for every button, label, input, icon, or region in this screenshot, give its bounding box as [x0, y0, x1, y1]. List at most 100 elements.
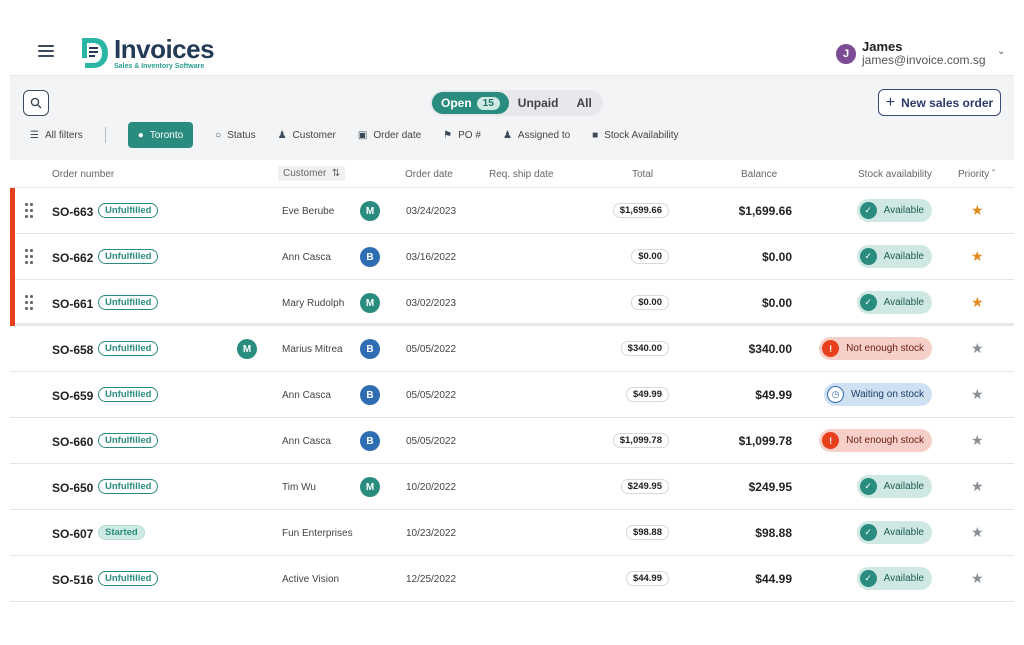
- table-row[interactable]: SO-661 Unfulfilled Mary Rudolph M 03/02/…: [10, 280, 1014, 326]
- stock-badge: ! Not enough stock: [819, 337, 932, 360]
- check-icon: ✓: [859, 248, 877, 265]
- stock-badge: ✓ Available: [856, 199, 932, 222]
- table-header: Order number Customer ⇅ Order date Req. …: [10, 160, 1014, 188]
- stock-badge: ✓ Available: [856, 291, 932, 314]
- order-number[interactable]: SO-516: [52, 573, 93, 587]
- column-req-ship-date[interactable]: Req. ship date: [489, 169, 554, 180]
- app-logo[interactable]: Invoices Sales & Inventory Software: [80, 34, 215, 70]
- column-order-date[interactable]: Order date: [405, 169, 453, 180]
- new-sales-order-button[interactable]: + New sales order: [878, 89, 1001, 116]
- filter-assigned-to[interactable]: ♟ Assigned to: [503, 122, 570, 148]
- order-number[interactable]: SO-660: [52, 435, 93, 449]
- order-date: 03/24/2023: [406, 206, 457, 217]
- order-date: 05/05/2022: [406, 344, 457, 355]
- menu-icon[interactable]: [38, 45, 54, 57]
- column-stock-availability[interactable]: Stock availability: [858, 169, 932, 180]
- filter-po-label: PO #: [458, 129, 481, 141]
- open-count-badge: 15: [476, 96, 500, 110]
- table-row[interactable]: SO-663 Unfulfilled Eve Berube M 03/24/20…: [10, 188, 1014, 234]
- star-icon[interactable]: ★: [971, 248, 984, 265]
- balance-amount: $98.88: [755, 526, 792, 540]
- search-button[interactable]: [23, 90, 49, 116]
- star-icon[interactable]: ★: [971, 294, 984, 311]
- star-icon[interactable]: ★: [971, 202, 984, 219]
- star-icon[interactable]: ★: [971, 340, 984, 357]
- table-row[interactable]: SO-662 Unfulfilled Ann Casca B 03/16/202…: [10, 234, 1014, 280]
- order-number[interactable]: SO-662: [52, 251, 93, 265]
- balance-amount: $49.99: [755, 388, 792, 402]
- filter-all[interactable]: ☰ All filters: [30, 122, 83, 148]
- star-icon[interactable]: ★: [971, 570, 984, 587]
- table-row[interactable]: SO-660 Unfulfilled Ann Casca B 05/05/202…: [10, 418, 1014, 464]
- priority-flag: [10, 188, 15, 234]
- orders-table: SO-663 Unfulfilled Eve Berube M 03/24/20…: [10, 188, 1014, 602]
- total-amount: $0.00: [631, 295, 669, 310]
- status-badge: Unfulfilled: [98, 479, 159, 494]
- balance-amount: $44.99: [755, 572, 792, 586]
- plus-icon: +: [885, 93, 896, 111]
- star-icon[interactable]: ★: [971, 386, 984, 403]
- logo-mark-icon: [80, 36, 110, 70]
- order-number[interactable]: SO-663: [52, 205, 93, 219]
- assignee-avatar: M: [360, 293, 380, 313]
- filter-assigned-label: Assigned to: [517, 129, 571, 141]
- column-balance[interactable]: Balance: [741, 169, 777, 180]
- stock-label: Available: [883, 481, 924, 492]
- column-customer[interactable]: Customer ⇅: [278, 166, 346, 181]
- order-date: 05/05/2022: [406, 436, 457, 447]
- table-row[interactable]: SO-650 Unfulfilled Tim Wu M 10/20/2022 $…: [10, 464, 1014, 510]
- tab-open[interactable]: Open 15: [432, 92, 509, 114]
- user-name: James: [862, 39, 903, 54]
- table-row[interactable]: SO-607 Started Fun Enterprises 10/23/202…: [10, 510, 1014, 556]
- filter-stock-availability[interactable]: ■ Stock Availability: [592, 122, 678, 148]
- assignee-avatar: B: [360, 247, 380, 267]
- tab-unpaid[interactable]: Unpaid: [509, 92, 568, 114]
- star-icon[interactable]: ★: [971, 432, 984, 449]
- stock-label: Available: [883, 527, 924, 538]
- status-badge: Unfulfilled: [98, 571, 159, 586]
- order-number[interactable]: SO-607: [52, 527, 93, 541]
- order-date: 12/25/2022: [406, 574, 457, 585]
- star-icon[interactable]: ★: [971, 478, 984, 495]
- filter-po[interactable]: ⚑ PO #: [443, 122, 481, 148]
- star-icon[interactable]: ★: [971, 524, 984, 541]
- drag-handle-icon[interactable]: [25, 203, 33, 219]
- tag-icon: ⚑: [443, 129, 453, 141]
- stock-label: Not enough stock: [846, 343, 924, 354]
- filter-order-date[interactable]: ▣ Order date: [358, 122, 421, 148]
- table-row[interactable]: SO-659 Unfulfilled Ann Casca B 05/05/202…: [10, 372, 1014, 418]
- column-total[interactable]: Total: [632, 169, 653, 180]
- order-date: 03/02/2023: [406, 298, 457, 309]
- order-number[interactable]: SO-659: [52, 389, 93, 403]
- box-icon: ■: [592, 129, 599, 141]
- drag-handle-icon[interactable]: [25, 295, 33, 311]
- drag-handle-icon[interactable]: [25, 249, 33, 265]
- balance-amount: $0.00: [761, 250, 792, 264]
- column-priority[interactable]: Priority ˆ: [958, 169, 995, 180]
- column-priority-label: Priority: [958, 169, 990, 180]
- check-icon: ✓: [859, 570, 877, 587]
- assignee-avatar: B: [360, 385, 380, 405]
- clock-icon: ◷: [827, 386, 844, 403]
- column-customer-label: Customer: [283, 168, 327, 179]
- user-menu[interactable]: J James james@invoice.com.sg: [836, 39, 986, 67]
- order-date: 05/05/2022: [406, 390, 457, 401]
- column-order-number[interactable]: Order number: [52, 169, 114, 180]
- order-number[interactable]: SO-661: [52, 297, 93, 311]
- filter-customer[interactable]: ♟ Customer: [278, 122, 336, 148]
- filter-location-toronto[interactable]: ● Toronto: [127, 122, 194, 148]
- tab-all[interactable]: All: [567, 92, 600, 114]
- table-row[interactable]: SO-516 Unfulfilled Active Vision 12/25/2…: [10, 556, 1014, 602]
- filter-status[interactable]: ○ Status: [215, 122, 255, 148]
- stock-label: Available: [883, 573, 924, 584]
- customer-name: Active Vision: [282, 574, 340, 585]
- chevron-down-icon[interactable]: ⌄: [997, 46, 1005, 57]
- order-number[interactable]: SO-650: [52, 481, 93, 495]
- stock-badge: ✓ Available: [856, 475, 932, 498]
- status-badge: Started: [98, 525, 145, 540]
- balance-amount: $1,099.78: [738, 434, 792, 448]
- customer-name: Ann Casca: [282, 436, 331, 447]
- order-number[interactable]: SO-658: [52, 343, 93, 357]
- logo-title: Invoices: [114, 34, 215, 64]
- table-row[interactable]: SO-658 Unfulfilled M Marius Mitrea B 05/…: [10, 326, 1014, 372]
